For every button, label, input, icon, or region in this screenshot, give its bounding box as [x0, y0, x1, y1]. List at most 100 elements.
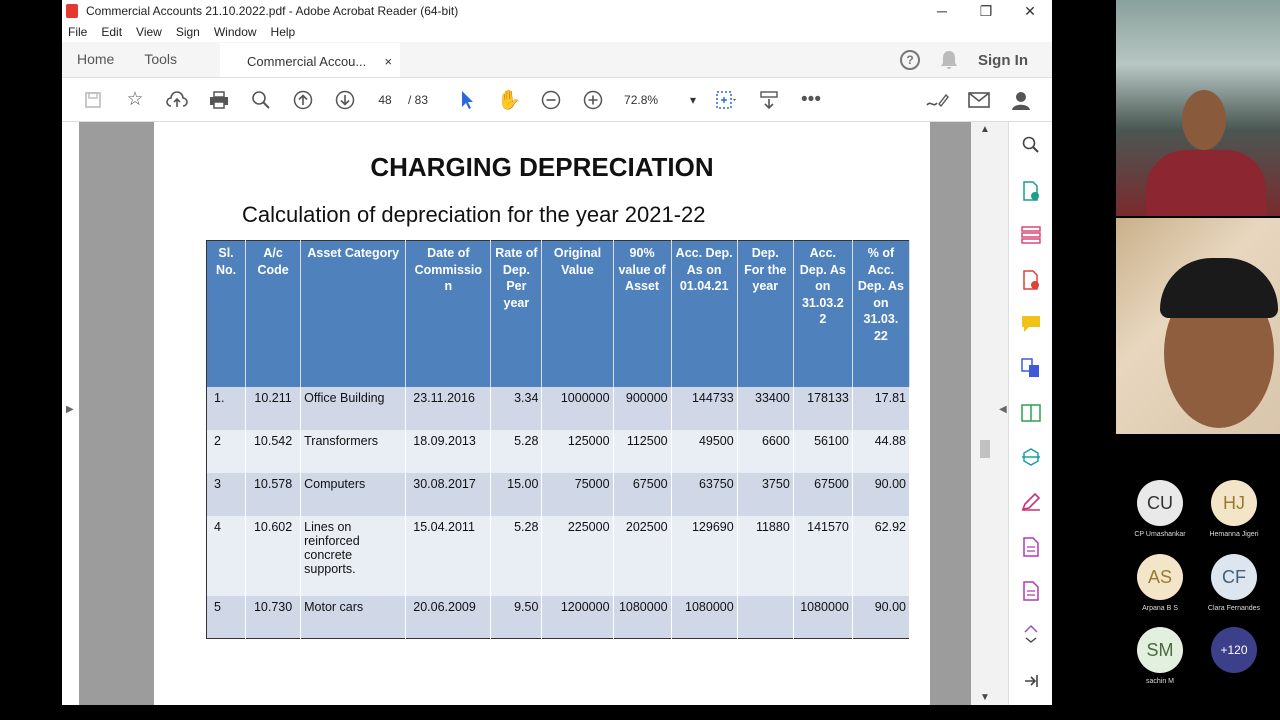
left-panel-toggle[interactable]: ▶	[62, 122, 79, 705]
save-icon[interactable]	[72, 85, 114, 115]
cell-acc-dep-close: 1080000	[793, 595, 853, 639]
menu-sign[interactable]: Sign	[176, 25, 200, 39]
tools-pane	[1008, 122, 1052, 705]
collapse-pane-icon[interactable]	[1020, 670, 1042, 692]
search-icon[interactable]	[1020, 134, 1042, 156]
participant-name: Clara Fernandes	[1207, 605, 1261, 612]
restore-button[interactable]: ❐	[964, 0, 1008, 22]
participant-tile[interactable]: SM sachin M	[1123, 627, 1197, 685]
cell-ac-code: 10.211	[245, 386, 302, 430]
protect-icon[interactable]	[1020, 580, 1042, 602]
share-people-icon[interactable]	[1000, 85, 1042, 115]
upload-cloud-icon[interactable]	[156, 85, 198, 115]
menu-bar: File Edit View Sign Window Help	[62, 22, 1052, 42]
previous-page-icon[interactable]	[282, 85, 324, 115]
participant-tile[interactable]: CU CP Umashankar	[1123, 480, 1197, 538]
participant-tile[interactable]: CF Clara Fernandes	[1197, 554, 1271, 612]
menu-file[interactable]: File	[68, 25, 87, 39]
menu-edit[interactable]: Edit	[101, 25, 122, 39]
page-number-input[interactable]	[366, 87, 404, 112]
cell-sl-no: 1.	[206, 386, 247, 430]
tab-home[interactable]: Home	[62, 51, 129, 77]
combine-files-icon[interactable]	[1020, 357, 1042, 379]
bookmark-star-icon[interactable]: ☆	[114, 85, 156, 115]
participant-tile[interactable]: HJ Hemanna Jigeri	[1197, 480, 1271, 538]
cell-pct: 62.92	[852, 515, 911, 596]
fill-sign-pen-icon[interactable]	[1020, 491, 1042, 513]
fill-sign-icon[interactable]	[916, 85, 958, 115]
page-total: / 83	[408, 92, 429, 107]
scroll-down-icon[interactable]: ▼	[980, 692, 990, 703]
hand-tool-icon[interactable]: ✋	[488, 85, 530, 115]
right-panel-collapse[interactable]: ◀	[999, 122, 1008, 705]
col-pct-acc-dep: % of Acc. Dep. As on 31.03. 22	[852, 240, 911, 387]
send-for-review-icon[interactable]	[1020, 536, 1042, 558]
cell-date: 30.08.2017	[405, 472, 492, 516]
avatar: CF	[1211, 554, 1257, 600]
col-date-commission: Date of Commissio n	[405, 240, 492, 387]
email-icon[interactable]	[958, 85, 1000, 115]
cell-acc-dep-open: 1080000	[671, 595, 738, 639]
table-row: 5 10.730 Motor cars 20.06.2009 9.50 1200…	[206, 595, 911, 639]
menu-help[interactable]: Help	[271, 25, 296, 39]
expand-left-icon[interactable]: ▶	[66, 404, 74, 415]
cell-original-value: 1000000	[541, 386, 614, 430]
create-pdf-icon[interactable]	[1020, 180, 1042, 202]
export-pdf-icon[interactable]	[1020, 269, 1042, 291]
cell-original-value: 125000	[541, 429, 614, 473]
cell-original-value: 1200000	[541, 595, 614, 639]
toolbar: ☆ / 83 ✋ 72.8% ▾ •••	[62, 78, 1052, 122]
more-options-icon[interactable]: •••	[790, 85, 832, 115]
cell-pct: 44.88	[852, 429, 911, 473]
participant-tile[interactable]: AS Arpana B S	[1123, 554, 1197, 612]
scroll-mode-icon[interactable]	[748, 85, 790, 115]
chevron-down-icon: ▾	[689, 92, 697, 107]
zoom-search-icon[interactable]	[240, 85, 282, 115]
organize-pages-icon[interactable]	[1020, 224, 1042, 246]
scrollbar-thumb[interactable]	[980, 440, 990, 458]
table-row: 1. 10.211 Office Building 23.11.2016 3.3…	[206, 386, 911, 430]
help-icon[interactable]: ?	[900, 50, 920, 70]
cell-asset-category: Lines on reinforced concrete supports.	[300, 515, 407, 596]
more-participants-button[interactable]: +120	[1197, 627, 1271, 673]
cell-acc-dep-close: 141570	[793, 515, 853, 596]
scroll-up-icon[interactable]: ▲	[980, 124, 990, 135]
edit-pdf-icon[interactable]	[1020, 402, 1042, 424]
more-tools-icon[interactable]	[1020, 622, 1042, 644]
zoom-out-icon[interactable]	[530, 85, 572, 115]
fit-page-icon[interactable]	[706, 85, 748, 115]
zoom-level-dropdown[interactable]: 72.8% ▾	[624, 93, 696, 107]
participant-name: CP Umashankar	[1134, 531, 1186, 538]
cell-asset-category: Computers	[300, 472, 407, 516]
next-page-icon[interactable]	[324, 85, 366, 115]
col-acc-dep-open: Acc. Dep. As on 01.04.21	[671, 240, 738, 387]
cell-rate: 5.28	[490, 429, 543, 473]
participant-video-1	[1116, 0, 1280, 216]
cell-original-value: 75000	[541, 472, 614, 516]
close-window-button[interactable]: ✕	[1008, 0, 1052, 22]
close-tab-icon[interactable]: ×	[384, 54, 392, 69]
cell-rate: 5.28	[490, 515, 543, 596]
cell-date: 15.04.2011	[405, 515, 492, 596]
collapse-right-icon[interactable]: ◀	[999, 404, 1007, 415]
pdf-app-icon	[66, 4, 78, 18]
bell-icon[interactable]	[940, 50, 958, 70]
cell-sl-no: 3	[206, 472, 247, 516]
col-rate-dep: Rate of Dep. Per year	[490, 240, 543, 387]
comment-icon[interactable]	[1020, 313, 1042, 335]
minimize-button[interactable]: ─	[920, 0, 964, 22]
select-cursor-icon[interactable]	[446, 85, 488, 115]
participant-2-hair	[1160, 258, 1278, 318]
col-ac-code: A/c Code	[245, 240, 302, 387]
vertical-scrollbar[interactable]: ▲ ▼	[971, 122, 999, 705]
tab-document[interactable]: Commercial Accou... ×	[220, 43, 401, 77]
col-dep-year: Dep. For the year	[737, 240, 794, 387]
menu-view[interactable]: View	[136, 25, 162, 39]
sign-in-button[interactable]: Sign In	[978, 52, 1028, 69]
print-icon[interactable]	[198, 85, 240, 115]
scan-ocr-icon[interactable]	[1020, 446, 1042, 468]
table-row: 4 10.602 Lines on reinforced concrete su…	[206, 515, 911, 596]
tab-tools[interactable]: Tools	[129, 51, 192, 77]
zoom-in-icon[interactable]	[572, 85, 614, 115]
menu-window[interactable]: Window	[214, 25, 257, 39]
